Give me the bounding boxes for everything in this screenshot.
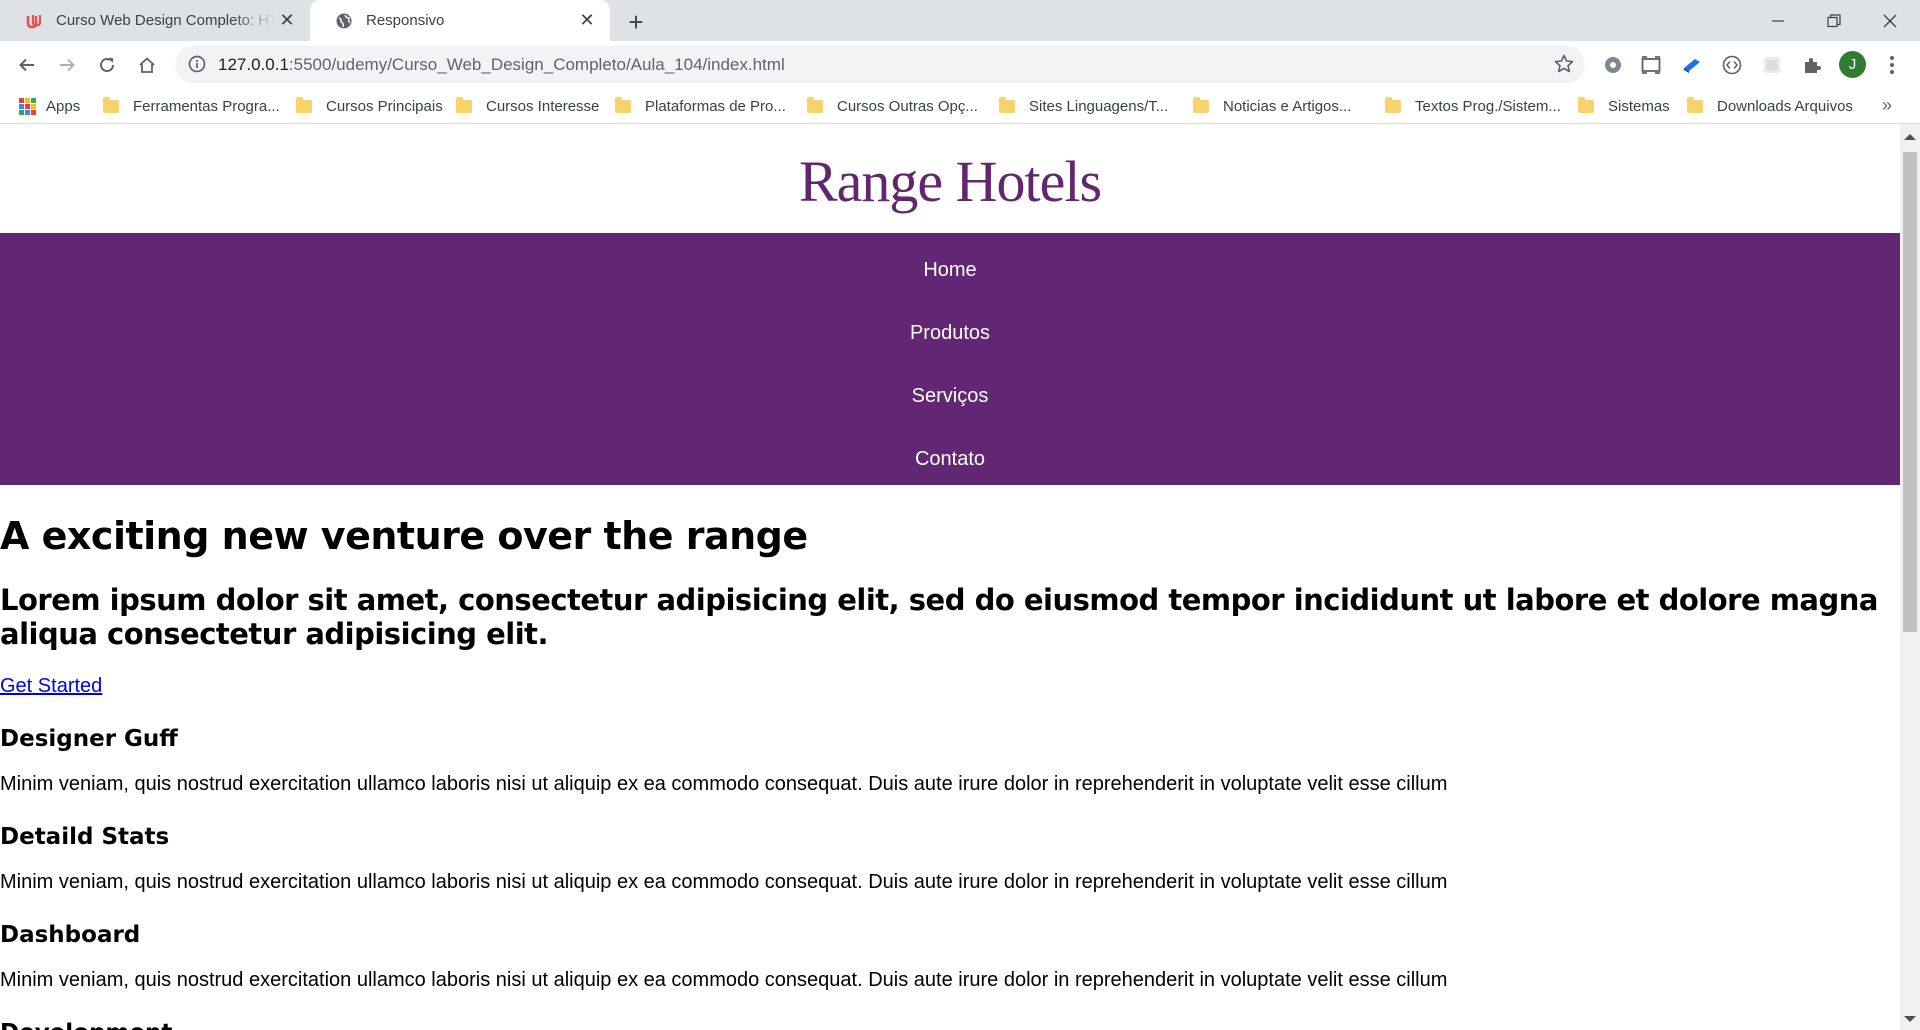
- bookmark-folder[interactable]: Cursos Outras Opç...: [807, 95, 978, 117]
- tab-close-icon[interactable]: ✕: [276, 10, 298, 32]
- globe-icon: [334, 11, 354, 31]
- get-started-link[interactable]: Get Started: [0, 675, 102, 698]
- tab-strip: Curso Web Design Completo: HT ✕ Responsi…: [0, 0, 1920, 41]
- bookmark-label: Noticias e Artigos...: [1223, 97, 1352, 115]
- bookmark-folder[interactable]: Cursos Principais: [296, 95, 443, 117]
- bookmark-label: Sistemas: [1608, 97, 1670, 115]
- hero-headline: A exciting new venture over the range: [0, 514, 808, 558]
- extension-code-icon[interactable]: [1720, 53, 1744, 77]
- page-viewport: Range Hotels Home Produtos Serviços Cont…: [0, 124, 1900, 1030]
- bookmark-label: Cursos Interesse: [486, 97, 600, 115]
- home-icon[interactable]: [131, 49, 163, 81]
- folder-icon: [1193, 96, 1209, 113]
- folder-icon: [615, 96, 631, 113]
- folder-icon: [103, 96, 119, 113]
- tab-title: Curso Web Design Completo: HT: [56, 12, 276, 29]
- bookmarks-bar: Apps Ferramentas Progra... Cursos Princi…: [0, 88, 1920, 124]
- folder-icon: [1578, 96, 1594, 113]
- udemy-icon: [24, 11, 44, 31]
- folder-icon: [296, 96, 312, 113]
- main-nav: Home Produtos Serviços Contato: [0, 233, 1900, 485]
- tab-responsivo[interactable]: Responsivo ✕: [310, 0, 610, 41]
- cast-screen-icon[interactable]: [1639, 53, 1663, 77]
- bookmark-label: Sites Linguagens/T...: [1029, 97, 1169, 115]
- new-tab-icon[interactable]: +: [622, 7, 650, 37]
- bookmark-label: Cursos Outras Opç...: [837, 97, 978, 115]
- bookmark-label: Downloads Arquivos: [1717, 97, 1853, 115]
- nav-link-servicos[interactable]: Serviços: [912, 385, 989, 408]
- hero-subheadline: Lorem ipsum dolor sit amet, consectetur …: [0, 583, 1878, 651]
- apps-grid-icon: [19, 97, 36, 115]
- bookmark-label: Plataformas de Pro...: [645, 97, 786, 115]
- restore-icon[interactable]: [1806, 0, 1862, 41]
- nav-link-home[interactable]: Home: [923, 259, 976, 282]
- extension-gear-icon[interactable]: [1601, 53, 1625, 77]
- feature-title: Designer Guff: [0, 726, 178, 752]
- site-info-icon[interactable]: [187, 54, 207, 74]
- feature-title: Development: [0, 1019, 1900, 1030]
- nav-link-contato[interactable]: Contato: [915, 448, 985, 471]
- url-path: :5500/udemy/Curso_Web_Design_Completo/Au…: [288, 55, 785, 74]
- bookmark-folder[interactable]: Textos Prog./Sistem...: [1385, 95, 1561, 117]
- feature-title: Detaild Stats: [0, 824, 170, 850]
- bookmark-folder[interactable]: Plataformas de Pro...: [615, 95, 786, 117]
- site-header: Range Hotels: [0, 124, 1900, 233]
- tab-close-icon[interactable]: ✕: [576, 10, 598, 32]
- folder-icon: [456, 96, 472, 113]
- browser-toolbar: 127.0.0.1:5500/udemy/Curso_Web_Design_Co…: [0, 41, 1920, 88]
- bookmark-folder[interactable]: Noticias e Artigos...: [1193, 95, 1351, 117]
- feature-text: Minim veniam, quis nostrud exercitation …: [0, 871, 1448, 893]
- extensions-puzzle-icon[interactable]: [1800, 53, 1824, 77]
- page-scrollbar[interactable]: [1900, 124, 1920, 1030]
- scroll-up-arrow-icon[interactable]: [1904, 134, 1916, 140]
- scroll-thumb[interactable]: [1903, 152, 1917, 632]
- tab-udemy-course[interactable]: Curso Web Design Completo: HT ✕: [0, 0, 310, 41]
- folder-icon: [999, 96, 1015, 113]
- extension-grey-icon[interactable]: [1760, 53, 1784, 77]
- bookmark-folder[interactable]: Ferramentas Progra...: [103, 95, 280, 117]
- bookmark-label: Ferramentas Progra...: [133, 97, 280, 115]
- bookmark-folder[interactable]: Sistemas: [1578, 95, 1670, 117]
- bookmark-label: Apps: [46, 97, 81, 115]
- site-logo[interactable]: Range Hotels: [799, 148, 1102, 215]
- feature-text: Minim veniam, quis nostrud exercitation …: [0, 773, 1448, 795]
- bookmark-folder[interactable]: Sites Linguagens/T...: [999, 95, 1168, 117]
- url-text: 127.0.0.1:5500/udemy/Curso_Web_Design_Co…: [218, 55, 785, 75]
- folder-icon: [1385, 96, 1401, 113]
- scroll-down-arrow-icon[interactable]: [1904, 1016, 1916, 1022]
- bookmark-star-icon[interactable]: [1553, 53, 1575, 75]
- feature-text: Minim veniam, quis nostrud exercitation …: [0, 969, 1448, 991]
- bookmark-label: Textos Prog./Sistem...: [1415, 97, 1561, 115]
- main-content: A exciting new venture over the range Lo…: [0, 513, 1900, 1030]
- profile-avatar[interactable]: J: [1839, 51, 1866, 78]
- bookmarks-overflow-icon[interactable]: »: [1882, 95, 1892, 116]
- tab-title: Responsivo: [366, 12, 445, 29]
- folder-icon: [1687, 96, 1703, 113]
- address-bar[interactable]: 127.0.0.1:5500/udemy/Curso_Web_Design_Co…: [175, 46, 1585, 83]
- bookmark-label: Cursos Principais: [326, 97, 443, 115]
- reload-icon[interactable]: [91, 49, 123, 81]
- minimize-icon[interactable]: [1750, 0, 1806, 41]
- nav-link-produtos[interactable]: Produtos: [910, 322, 990, 345]
- close-window-icon[interactable]: [1862, 0, 1918, 41]
- menu-kebab-icon[interactable]: [1880, 53, 1904, 77]
- bookmark-folder[interactable]: Downloads Arquivos: [1687, 95, 1853, 117]
- forward-icon[interactable]: [51, 49, 83, 81]
- back-icon[interactable]: [11, 49, 43, 81]
- folder-icon: [807, 96, 823, 113]
- bookmark-apps[interactable]: Apps: [19, 95, 80, 117]
- bookmark-folder[interactable]: Cursos Interesse: [456, 95, 599, 117]
- extension-blue-icon[interactable]: [1680, 53, 1704, 77]
- feature-title: Dashboard: [0, 922, 141, 948]
- url-host: 127.0.0.1: [218, 55, 289, 74]
